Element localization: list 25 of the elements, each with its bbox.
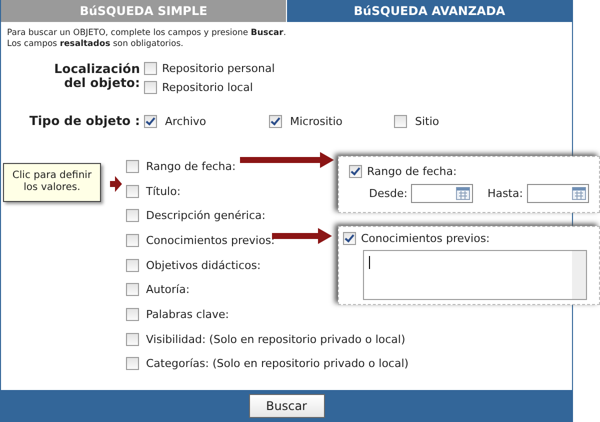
criterion-label: Categorías: (Solo en repositorio privado o local) bbox=[146, 357, 409, 370]
tab[interactable]: BúSQUEDA AVANZADA bbox=[287, 0, 572, 22]
field-label: Localización del objeto: bbox=[53, 62, 141, 92]
option-label: Repositorio local bbox=[162, 81, 253, 94]
criterion-label: Descripción genérica: bbox=[146, 209, 266, 222]
option-label: Archivo bbox=[165, 114, 206, 128]
instruction-text: Los campos resaltados son obligatorios. bbox=[7, 39, 184, 50]
criterion-label: Palabras clave: bbox=[146, 308, 229, 321]
field-label: Desde: bbox=[369, 187, 408, 200]
instruction-text: Para buscar un OBJETO, complete los campos y presione Buscar. bbox=[7, 28, 288, 39]
criterion-label: Rango de fecha: bbox=[146, 160, 236, 173]
option-label: Conocimientos previos: bbox=[361, 232, 490, 245]
tooltip: Clic para definir los valores. bbox=[3, 163, 101, 202]
criterion-label: Visibilidad: (Solo en repositorio privado o local) bbox=[146, 332, 406, 346]
option-label: Repositorio personal bbox=[162, 62, 275, 75]
option-label: Sitio bbox=[415, 114, 440, 128]
criterion-label: Autoría: bbox=[146, 283, 190, 296]
option-label: Rango de fecha: bbox=[367, 165, 457, 178]
criterion-label: Título: bbox=[146, 184, 181, 198]
search-button[interactable]: Buscar bbox=[248, 394, 324, 418]
field-label: Hasta: bbox=[487, 187, 523, 200]
criterion-label: Conocimientos previos: bbox=[146, 234, 275, 247]
criterion-label: Objetivos didácticos: bbox=[146, 258, 261, 272]
option-label: Micrositio bbox=[290, 114, 342, 128]
field-label: Tipo de objeto : bbox=[28, 114, 141, 128]
